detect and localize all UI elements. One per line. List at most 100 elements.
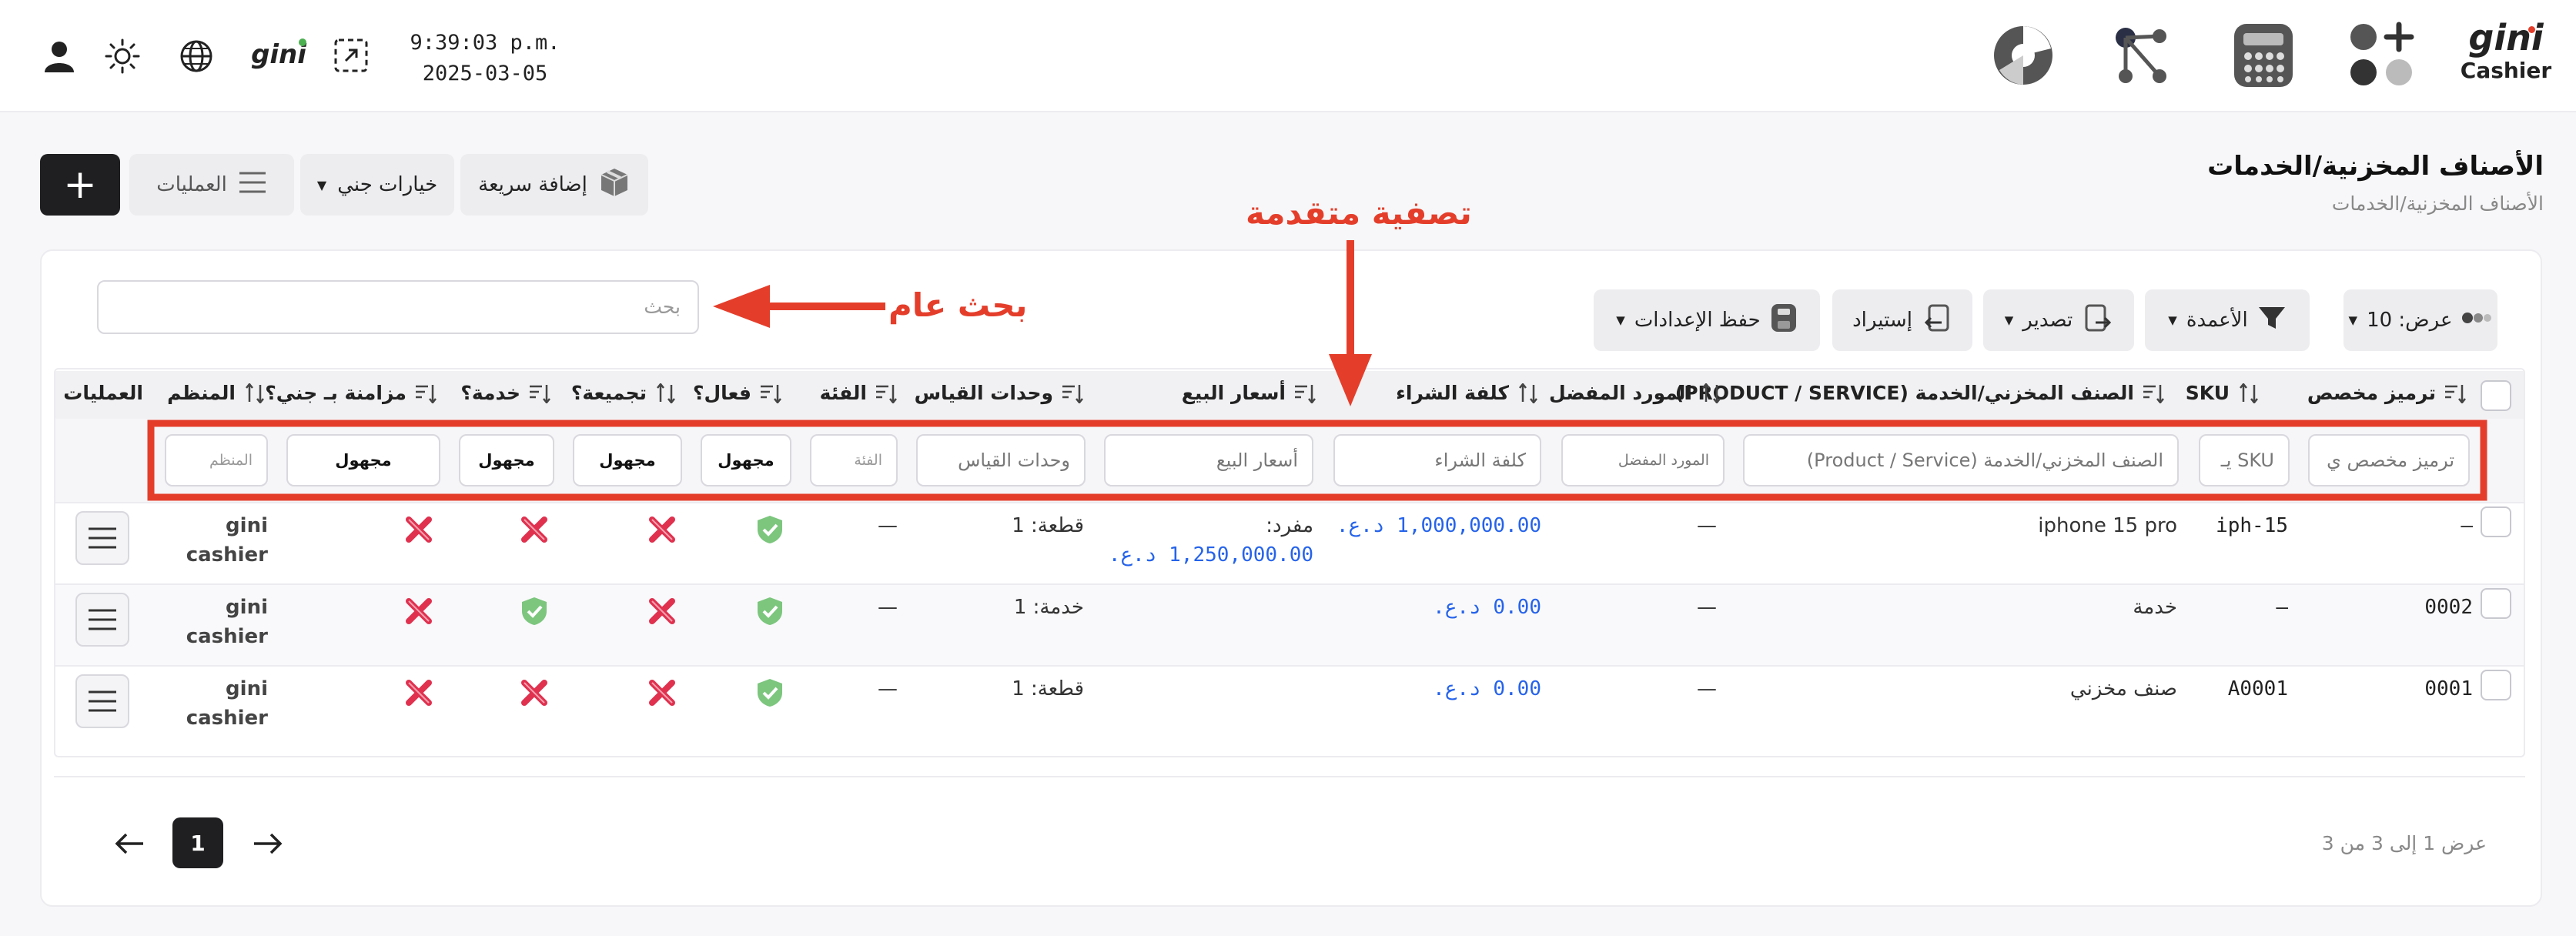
- row-menu-button[interactable]: [75, 674, 129, 728]
- save-settings-button[interactable]: حفظ الإعدادات ▼: [1594, 289, 1820, 351]
- col-sku[interactable]: SKU: [2186, 382, 2260, 404]
- cell-organizer-1: gini: [226, 596, 268, 619]
- row-checkbox[interactable]: [2481, 588, 2511, 619]
- filter-cost[interactable]: كلفة الشراء: [1333, 434, 1541, 486]
- cell-units: قطعة: 1: [1012, 514, 1084, 537]
- sort-icon: [2237, 382, 2260, 404]
- caret-down-icon: ▼: [2348, 313, 2358, 327]
- logo-red-dot-icon: [2528, 26, 2535, 33]
- filter-bundle[interactable]: مجهول: [573, 434, 682, 486]
- user-icon[interactable]: [38, 35, 80, 77]
- clock-time: 9:39:03 p.m.: [410, 31, 560, 55]
- gini-options-button[interactable]: خيارات جني ▼: [300, 154, 454, 216]
- add-button[interactable]: +: [40, 154, 120, 216]
- prev-page-button[interactable]: [112, 827, 146, 861]
- filter-active[interactable]: مجهول: [701, 434, 791, 486]
- import-label: إستيراد: [1852, 309, 1912, 332]
- sort-icon: [1061, 383, 1084, 404]
- col-prices[interactable]: أسعار البيع: [1182, 382, 1316, 404]
- col-item[interactable]: الصنف المخزني/الخدمة (PRODUCT / SERVICE): [1675, 382, 2165, 404]
- view-count-label: عرض: 10: [2367, 309, 2453, 332]
- export-button[interactable]: تصدير ▼: [1983, 289, 2134, 351]
- col-sync-label: مزامنة بـ جني؟: [265, 382, 406, 404]
- select-all-checkbox[interactable]: [2481, 380, 2511, 411]
- filter-organizer[interactable]: المنظم: [165, 434, 268, 486]
- operations-label: العمليات: [156, 173, 227, 196]
- add-button-label: +: [63, 162, 97, 208]
- col-units[interactable]: وحدات القياس: [915, 382, 1084, 404]
- row-checkbox[interactable]: [2481, 506, 2511, 537]
- row-divider: [55, 502, 2524, 503]
- sort-icon: [1700, 382, 1723, 404]
- gini-cashier-logo: gini Cashier: [2456, 17, 2556, 94]
- filter-sku[interactable]: SKU يـ: [2199, 434, 2290, 486]
- col-cost[interactable]: كلفة الشراء: [1396, 382, 1540, 404]
- col-bundle[interactable]: تجميعة؟: [571, 382, 677, 404]
- col-sync[interactable]: مزامنة بـ جني؟: [265, 382, 437, 404]
- sun-icon[interactable]: [102, 35, 143, 77]
- col-operations-label: العمليات: [63, 382, 143, 404]
- next-page-button[interactable]: [251, 827, 285, 861]
- filter-item[interactable]: الصنف المخزني/الخدمة (Product / Service): [1743, 434, 2179, 486]
- row-menu-button[interactable]: [75, 511, 129, 565]
- col-active[interactable]: فعال؟: [693, 382, 782, 404]
- cell-item: صنف مخزني: [2069, 677, 2177, 700]
- columns-button[interactable]: الأعمدة ▼: [2145, 289, 2310, 351]
- filter-service[interactable]: مجهول: [459, 434, 554, 486]
- col-custom-code-label: ترميز مخصص: [2307, 382, 2436, 404]
- apps-add-icon[interactable]: [2347, 20, 2417, 91]
- cross-icon: [406, 680, 432, 706]
- filter-custom-code[interactable]: ترميز مخصص ي: [2308, 434, 2470, 486]
- network-icon[interactable]: [2106, 20, 2177, 91]
- filter-prices[interactable]: أسعار البيع: [1104, 434, 1313, 486]
- fullscreen-icon[interactable]: [330, 34, 373, 77]
- clock: 9:39:03 p.m. 2025-03-05: [408, 28, 562, 89]
- col-category[interactable]: الفئة: [820, 382, 898, 404]
- logo-text: gini: [2468, 17, 2544, 58]
- pie-chart-icon[interactable]: [1988, 20, 2059, 91]
- check-shield-icon: [758, 597, 782, 625]
- globe-icon[interactable]: [176, 35, 217, 77]
- filter-units[interactable]: وحدات القياس: [916, 434, 1086, 486]
- calculator-icon[interactable]: [2228, 20, 2299, 91]
- menu-icon: [238, 170, 267, 200]
- col-supplier[interactable]: المورد المفضل: [1549, 382, 1723, 404]
- cell-cost: 0.00 د.ع.: [1433, 677, 1541, 700]
- page-1-button[interactable]: 1: [172, 817, 223, 868]
- columns-label: الأعمدة: [2186, 309, 2248, 332]
- cell-sku: —: [2276, 596, 2288, 619]
- cell-category: —: [878, 677, 898, 700]
- sort-icon: [528, 383, 551, 404]
- quick-add-label: إضافة سريعة: [478, 173, 587, 196]
- global-search-input[interactable]: بحث: [97, 280, 699, 334]
- row-menu-button[interactable]: [75, 593, 129, 647]
- operations-button[interactable]: العمليات: [129, 154, 294, 216]
- filter-category[interactable]: الفئة: [810, 434, 898, 486]
- col-units-label: وحدات القياس: [914, 382, 1053, 404]
- green-dot-icon: [299, 38, 306, 46]
- export-label: تصدير: [2022, 309, 2073, 332]
- cell-organizer-1: gini: [226, 514, 268, 537]
- import-button[interactable]: إستيراد: [1832, 289, 1972, 351]
- quick-add-button[interactable]: إضافة سريعة: [460, 154, 648, 216]
- row-checkbox[interactable]: [2481, 670, 2511, 700]
- col-service-label: خدمة؟: [460, 382, 520, 404]
- view-count-button[interactable]: عرض: 10 ▼: [2343, 289, 2497, 351]
- col-operations: العمليات: [63, 382, 143, 404]
- cross-icon: [649, 516, 675, 543]
- cell-cost: 0.00 د.ع.: [1433, 596, 1541, 619]
- filter-icon: [2257, 305, 2287, 336]
- filter-sync[interactable]: مجهول: [286, 434, 440, 486]
- breadcrumb[interactable]: الأصناف المخزنية/الخدمات: [2332, 192, 2544, 215]
- col-custom-code[interactable]: ترميز مخصص: [2307, 382, 2467, 404]
- cell-item: خدمة: [2133, 596, 2177, 619]
- col-service[interactable]: خدمة؟: [460, 382, 551, 404]
- pagination-info: عرض 1 إلى 3 من 3: [2321, 832, 2487, 854]
- top-bar: gini 9:39:03 p.m. 2025-03-05 gini Cashie…: [0, 0, 2576, 112]
- filter-supplier[interactable]: المورد المفضل: [1561, 434, 1725, 486]
- cell-custom-code: 0002: [2424, 596, 2473, 619]
- sort-icon: [1293, 383, 1316, 404]
- col-sku-label: SKU: [2185, 382, 2230, 404]
- arrow-right-icon: [254, 833, 283, 854]
- col-organizer[interactable]: المنظم: [167, 382, 266, 404]
